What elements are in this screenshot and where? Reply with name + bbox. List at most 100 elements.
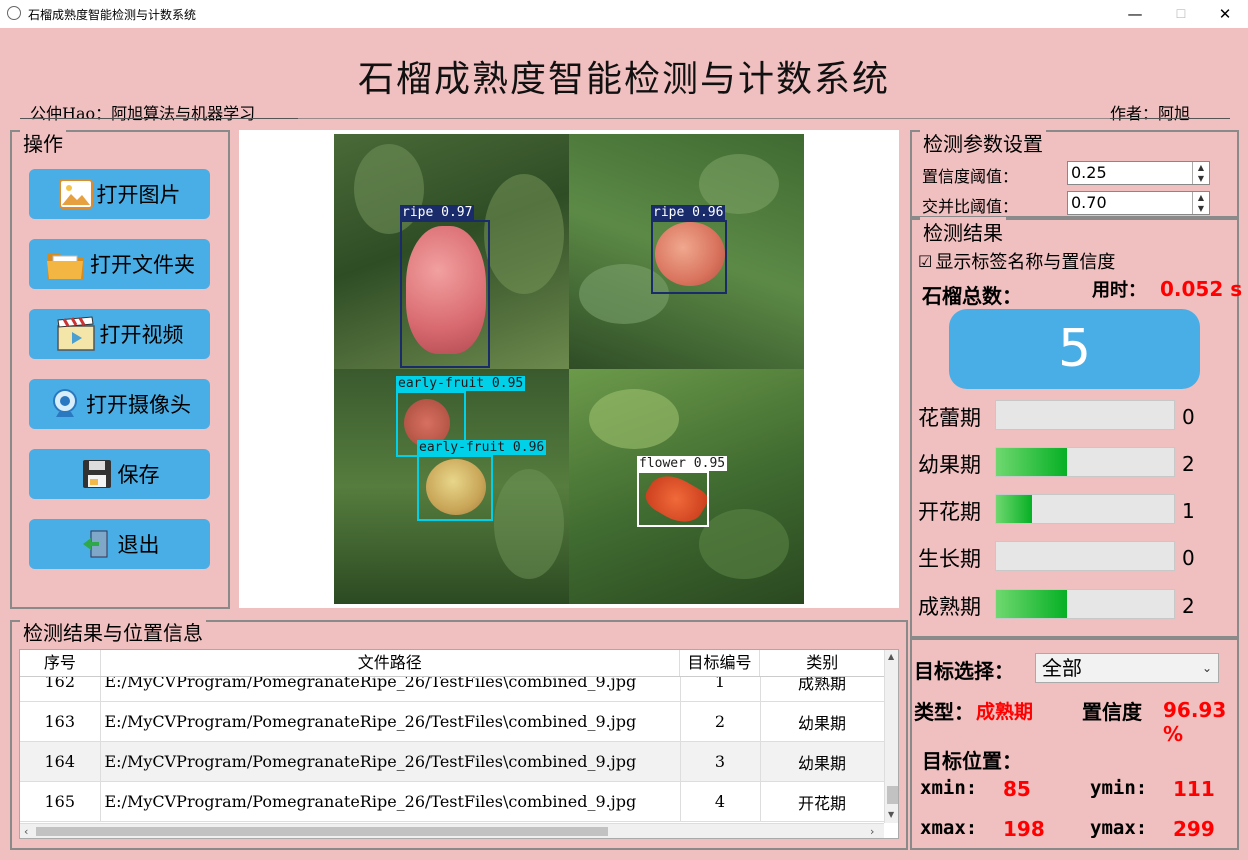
cell-target-id: 4 [680, 781, 761, 822]
target-type-label: 类型： [914, 700, 974, 724]
stage-label-young-fruit: 幼果期 [918, 453, 981, 477]
table-row[interactable]: 164 E:/MyCVProgram/PomegranateRipe_26/Te… [20, 741, 885, 782]
scroll-left-icon[interactable]: ‹ [24, 824, 28, 838]
stage-count-young-fruit: 2 [1182, 452, 1195, 476]
cell-filepath: E:/MyCVProgram/PomegranateRipe_26/TestFi… [100, 741, 681, 782]
video-icon [56, 316, 96, 351]
ymin-value: 111 [1173, 777, 1215, 801]
detection-box-ripe-2 [651, 220, 727, 294]
author-note-left: 公仲Hao：阿旭算法与机器学习 [30, 104, 256, 123]
table-title: 检测结果与位置信息 [20, 617, 206, 646]
iou-threshold-label: 交并比阈值： [922, 197, 1019, 216]
ymax-value: 299 [1173, 817, 1215, 841]
stage-label-growing: 生长期 [918, 547, 981, 571]
exit-icon [80, 528, 114, 560]
cell-class: 幼果期 [760, 701, 885, 742]
target-position-label: 目标位置： [922, 749, 1022, 773]
page-title: 石榴成熟度智能检测与计数系统 [357, 59, 890, 100]
detection-label: early-fruit 0.96 [417, 440, 547, 455]
detection-label: ripe 0.97 [400, 205, 475, 220]
show-labels-text: 显示标签名称与置信度 [935, 252, 1116, 273]
image-quadrant-4: flower 0.95 [569, 369, 804, 604]
header-underline-right [1110, 118, 1230, 119]
stage-count-growing: 0 [1182, 546, 1195, 570]
open-folder-button[interactable]: 打开文件夹 [29, 239, 210, 289]
stage-label-ripe: 成熟期 [918, 595, 981, 619]
xmin-value: 85 [1003, 777, 1031, 801]
exit-label: 退出 [117, 533, 160, 557]
ymax-label: ymax: [1090, 817, 1148, 839]
results-table[interactable]: 序号 文件路径 目标编号 类别 162 E:/MyCVProgram/Pomeg… [19, 649, 899, 839]
table-row[interactable]: 165 E:/MyCVProgram/PomegranateRipe_26/Te… [20, 781, 885, 822]
stage-bar-fill [996, 448, 1068, 476]
header-target-id[interactable]: 目标编号 [680, 650, 761, 676]
scroll-up-icon[interactable]: ▲ [888, 652, 894, 661]
detection-label: ripe 0.96 [651, 205, 726, 220]
open-video-button[interactable]: 打开视频 [29, 309, 210, 359]
spin-arrows-icon[interactable]: ▲ ▼ [1192, 162, 1209, 184]
close-button[interactable]: ✕ [1202, 0, 1248, 28]
target-select-dropdown[interactable]: 全部 ⌄ [1035, 653, 1219, 683]
operations-title: 操作 [20, 128, 66, 157]
header-divider [298, 118, 1110, 119]
minimize-button[interactable]: — [1112, 0, 1158, 28]
results-title: 检测结果 [920, 217, 1006, 246]
conf-threshold-spinbox[interactable]: 0.25 ▲ ▼ [1067, 161, 1210, 185]
detection-box-early-fruit-2 [417, 455, 493, 521]
target-type-value: 成熟期 [976, 701, 1034, 723]
horizontal-scrollbar[interactable]: ‹ › [20, 823, 884, 838]
table-row[interactable]: 163 E:/MyCVProgram/PomegranateRipe_26/Te… [20, 701, 885, 742]
open-video-label: 打开视频 [99, 323, 184, 347]
window-title: 石榴成熟度智能检测与计数系统 [28, 8, 197, 22]
header-underline-left [20, 118, 298, 119]
app-icon [7, 6, 21, 20]
xmax-value: 198 [1003, 817, 1045, 841]
maximize-button[interactable]: ☐ [1158, 0, 1204, 28]
stage-bar-ripe [995, 589, 1175, 619]
conf-threshold-label: 置信度阈值： [922, 167, 1019, 186]
open-camera-button[interactable]: 打开摄像头 [29, 379, 210, 429]
spin-arrows-icon[interactable]: ▲ ▼ [1192, 192, 1209, 214]
vertical-scrollbar[interactable]: ▲ ▼ [884, 650, 898, 823]
folder-icon [44, 248, 86, 280]
time-value: 0.052 s [1160, 277, 1243, 301]
exit-button[interactable]: 退出 [29, 519, 210, 569]
image-display-panel: ripe 0.97 ripe 0.96 early-fruit 0.95 ear… [239, 130, 899, 608]
cell-target-id: 3 [680, 741, 761, 782]
stage-bar-flowering [995, 494, 1175, 524]
stage-count-flowering: 1 [1182, 499, 1195, 523]
scroll-down-icon[interactable]: ▼ [888, 810, 894, 819]
cell-target-id: 2 [680, 701, 761, 742]
target-select-value: 全部 [1042, 656, 1082, 680]
time-label: 用时： [1092, 280, 1146, 301]
image-icon [58, 178, 93, 210]
checkbox-icon[interactable]: ☑ [918, 252, 932, 271]
show-labels-checkbox[interactable]: ☑ 显示标签名称与置信度 [918, 248, 1115, 274]
author-note-right: 作者：阿旭 [1110, 104, 1191, 123]
save-button[interactable]: 保存 [29, 449, 210, 499]
target-conf-value: 96.93 % [1163, 698, 1227, 746]
scroll-right-icon[interactable]: › [870, 824, 874, 838]
table-header: 序号 文件路径 目标编号 类别 [20, 650, 884, 677]
xmax-label: xmax: [920, 817, 978, 839]
detection-image: ripe 0.97 ripe 0.96 early-fruit 0.95 ear… [334, 134, 804, 604]
stage-bar-bud [995, 400, 1175, 430]
total-count-label: 石榴总数： [922, 284, 1022, 308]
cell-index: 165 [20, 781, 101, 822]
header-filepath[interactable]: 文件路径 [101, 650, 680, 676]
total-count-display: 5 [949, 309, 1200, 389]
vertical-scroll-thumb[interactable] [887, 786, 898, 804]
header-index[interactable]: 序号 [20, 650, 101, 676]
header-class[interactable]: 类别 [760, 650, 884, 676]
stage-label-bud: 花蕾期 [918, 406, 981, 430]
horizontal-scroll-thumb[interactable] [36, 827, 608, 836]
stage-bar-young-fruit [995, 447, 1175, 477]
stage-count-bud: 0 [1182, 405, 1195, 429]
iou-threshold-value: 0.70 [1071, 193, 1107, 212]
cell-filepath: E:/MyCVProgram/PomegranateRipe_26/TestFi… [100, 781, 681, 822]
cell-class: 开花期 [760, 781, 885, 822]
open-image-button[interactable]: 打开图片 [29, 169, 210, 219]
chevron-down-icon[interactable]: ⌄ [1202, 654, 1212, 682]
iou-threshold-spinbox[interactable]: 0.70 ▲ ▼ [1067, 191, 1210, 215]
stage-bar-growing [995, 541, 1175, 571]
